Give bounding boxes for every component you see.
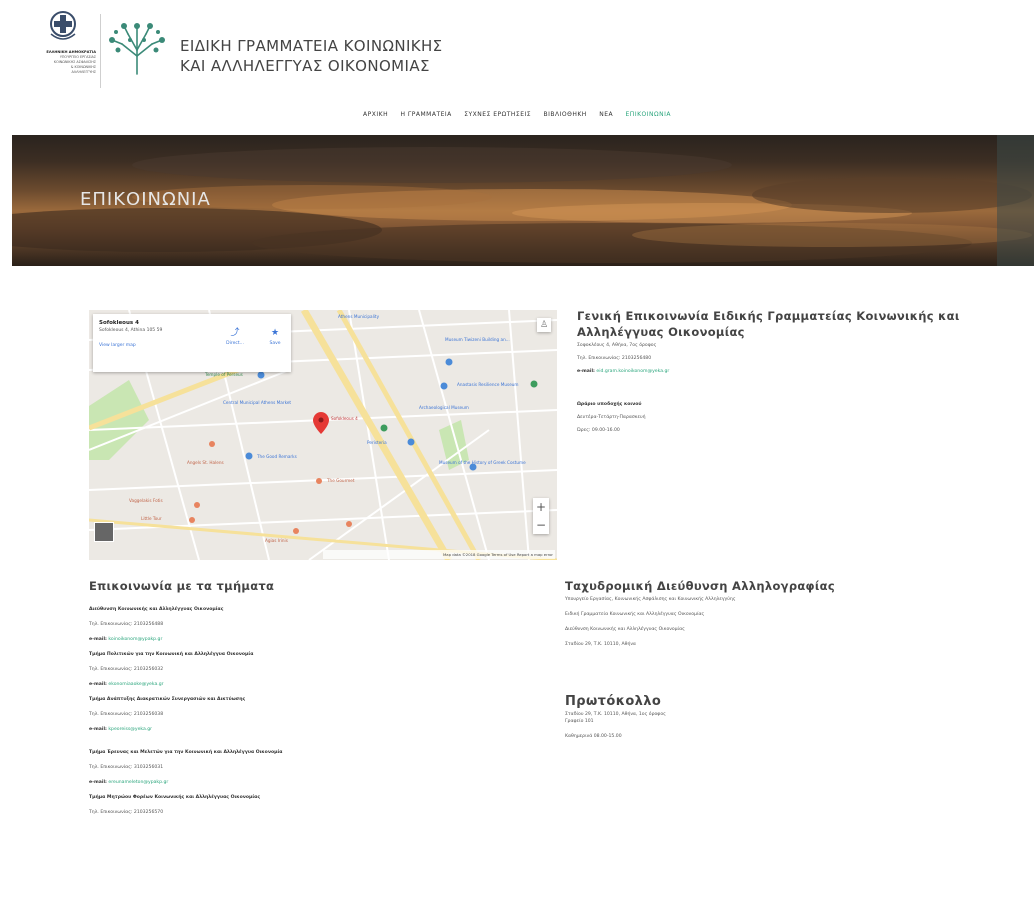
map-thumbnail[interactable] (94, 522, 114, 542)
greek-emblem-icon (50, 11, 76, 40)
pegman-icon[interactable]: ♙ (537, 318, 551, 332)
department-name: Τμήμα Ανάπτυξης Διακρατικών Συνεργασιών … (89, 697, 246, 702)
email-label: e-mail: (89, 727, 107, 732)
postal-line: Υπουργείο Εργασίας, Κοινωνικής Ασφάλισης… (565, 597, 736, 602)
place-title: Sofokleous 4 (99, 320, 139, 326)
department-phone: Τηλ. Επικοινωνίας: 2103256032 (89, 667, 164, 672)
general-address: Σοφοκλέους 4, Αθήνα, 7ος όροφος (577, 343, 657, 348)
protocol-heading: Πρωτόκολλο (565, 694, 662, 709)
department-phone: Τηλ. Επικοινωνίας: 2103256488 (89, 622, 164, 627)
map-poi-label[interactable]: The Gourmet (327, 478, 355, 483)
general-heading: Γενική Επικοινωνία Ειδικής Γραμματείας Κ… (577, 309, 960, 339)
view-larger-map-link[interactable]: View larger map (99, 343, 285, 348)
email-label: e-mail: (577, 369, 595, 374)
directions-icon: ⤴ (230, 328, 240, 338)
general-contact: Γενική Επικοινωνία Ειδικής Γραμματείας Κ… (577, 308, 977, 434)
postal-line: Ειδική Γραμματεία Κοινωνικής και Αλληλέγ… (565, 612, 705, 617)
protocol-line: Σταδίου 29, Τ.Κ. 10110, Αθήνα, 1ος όροφο… (565, 712, 666, 717)
map-info-card: Sofokleous 4 Sofokleous 4, Athina 105 59… (93, 314, 291, 372)
save-label: Save (269, 341, 281, 346)
map-poi-label[interactable]: Central Municipal Athens Market (223, 400, 291, 405)
directions-label: Direct... (226, 341, 244, 346)
email-label: e-mail: (89, 780, 107, 785)
department-email-link[interactable]: ereunameleton@ypakp.gr (108, 780, 168, 785)
save-button[interactable]: ★ Save (261, 320, 289, 346)
brand-title[interactable]: ΕΙΔΙΚΗ ΓΡΑΜΜΑΤΕΙΑ ΚΟΙΝΩΝΙΚΗΣ ΚΑΙ ΑΛΛΗΛΕΓ… (180, 36, 443, 76)
marker-label[interactable]: Sofokleous 4 (331, 416, 358, 421)
departments-section: Επικοινωνία με τα τμήματα Διεύθυνση Κοιν… (89, 578, 509, 816)
zoom-in-button[interactable]: + (533, 498, 549, 516)
postal-section: Ταχυδρομική Διεύθυνση Αλληλογραφίας Υπου… (565, 578, 985, 648)
directions-button[interactable]: ⤴ Direct... (221, 320, 249, 346)
map-poi-label[interactable]: Agias Irinis (265, 538, 288, 543)
zoom-out-button[interactable]: − (533, 516, 549, 534)
nav-item-contact[interactable]: ΕΠΙΚΟΙΝΩΝΙΑ (626, 108, 671, 122)
star-icon: ★ (270, 328, 280, 338)
header-divider (100, 14, 101, 88)
protocol-line: Γραφείο 101 (565, 719, 594, 724)
protocol-section: Πρωτόκολλο Σταδίου 29, Τ.Κ. 10110, Αθήνα… (565, 694, 985, 740)
department-phone: Τηλ. Επικοινωνίας: 3103256031 (89, 765, 164, 770)
map-poi-label[interactable]: Archaeological Museum (419, 405, 469, 410)
ministry-line: ΑΛΛΗΛΕΓΓΥΗΣ (71, 70, 96, 74)
department-email-link[interactable]: kpeoreiss@yeka.gr (108, 727, 152, 732)
email-label: e-mail: (89, 637, 107, 642)
nav-item-faq[interactable]: ΣΥΧΝΕΣ ΕΡΩΤΗΣΕΙΣ (464, 108, 531, 122)
protocol-line: Καθημερινά 08.00-15.00 (565, 734, 622, 739)
map-poi-label[interactable]: Temple of Perseus (205, 372, 243, 377)
map-poi-label[interactable]: Museum of the History of Greek Costume (439, 460, 526, 465)
department-name: Διεύθυνση Κοινωνικής και Αλληλέγγυας Οικ… (89, 607, 224, 612)
map-poi-label[interactable]: Anastasis Resilience Museum (457, 382, 519, 387)
hours-title: Ωράριο υποδοχής κοινού (577, 402, 642, 407)
map-poi-label[interactable]: Museum Tiwizeni Building an... (445, 337, 510, 342)
site-header: ΕΛΛΗΝΙΚΗ ΔΗΜΟΚΡΑΤΙΑ ΥΠΟΥΡΓΕΙΟ ΕΡΓΑΣΙΑΣ Κ… (0, 0, 1034, 100)
page-title: ΕΠΙΚΟΙΝΩΝΙΑ (80, 189, 211, 210)
department-name: Τμήμα Μητρώου Φορέων Κοινωνικής και Αλλη… (89, 795, 261, 800)
department-email-link[interactable]: ekonomiaaoke@yeka.gr (108, 682, 163, 687)
postal-line: Διεύθυνση Κοινωνικής και Αλληλέγγυας Οικ… (565, 627, 685, 632)
brand-line: ΕΙΔΙΚΗ ΓΡΑΜΜΑΤΕΙΑ ΚΟΙΝΩΝΙΚΗΣ (180, 37, 443, 55)
department-phone: Τηλ. Επικοινωνίας: 2103256038 (89, 712, 164, 717)
main-nav: ΑΡΧΙΚΗ Η ΓΡΑΜΜΑΤΕΙΑ ΣΥΧΝΕΣ ΕΡΩΤΗΣΕΙΣ ΒΙΒ… (0, 108, 1034, 122)
department-email-link[interactable]: koinoikonom@ypakp.gr (108, 637, 162, 642)
google-map[interactable]: Sofokleous 4 Museum Tiwizeni Building an… (89, 310, 557, 560)
map-poi-label[interactable]: The Good Remarks (257, 454, 297, 459)
postal-heading: Ταχυδρομική Διεύθυνση Αλληλογραφίας (565, 579, 835, 593)
nav-item-news[interactable]: ΝΕΑ (599, 108, 613, 122)
map-poi-label[interactable]: Vaggelakis Fotis (129, 498, 163, 503)
email-label: e-mail: (89, 682, 107, 687)
department-phone: Τηλ. Επικοινωνίας: 2103256570 (89, 810, 164, 815)
map-poi-label[interactable]: Athens Municipality (338, 314, 379, 319)
hours-days: Δευτέρα-Τετάρτη-Παρασκευή (577, 415, 646, 420)
map-poi-label[interactable]: Angels St. Halens (187, 460, 224, 465)
postal-line: Σταδίου 29, Τ.Κ. 10110, Αθήνα (565, 642, 636, 647)
general-email-link[interactable]: eid.gram.koinoikonom@yeka.gr (596, 369, 669, 374)
map-poi-label[interactable]: Little Tour (141, 516, 162, 521)
department-name: Τμήμα Πολιτικών για την Κοινωνική και Αλ… (89, 652, 254, 657)
nav-item-home[interactable]: ΑΡΧΙΚΗ (363, 108, 388, 122)
departments-heading: Επικοινωνία με τα τμήματα (89, 579, 275, 593)
zoom-control: + − (533, 498, 549, 534)
hours-time: Ώρες: 09.00-16.00 (577, 428, 620, 433)
nav-item-secretariat[interactable]: Η ΓΡΑΜΜΑΤΕΙΑ (401, 108, 452, 122)
map-attribution[interactable]: Map data ©2018 Google Terms of Use Repor… (323, 550, 555, 559)
map-poi-label[interactable]: Peristeria (367, 440, 387, 445)
nav-item-library[interactable]: ΒΙΒΛΙΟΘΗΚΗ (544, 108, 587, 122)
general-phone: Τηλ. Επικοινωνίας: 2103256480 (577, 356, 652, 361)
department-name: Τμήμα Έρευνας και Μελετών για την Κοινων… (89, 750, 283, 755)
tree-logo-icon[interactable] (104, 20, 170, 76)
place-address: Sofokleous 4, Athina 105 59 (99, 328, 163, 333)
ministry-text: ΕΛΛΗΝΙΚΗ ΔΗΜΟΚΡΑΤΙΑ ΥΠΟΥΡΓΕΙΟ ΕΡΓΑΣΙΑΣ Κ… (18, 50, 96, 75)
brand-line: ΚΑΙ ΑΛΛΗΛΕΓΓΥΑΣ ΟΙΚΟΝΟΜΙΑΣ (180, 57, 430, 75)
ministry-logo[interactable]: ΕΛΛΗΝΙΚΗ ΔΗΜΟΚΡΑΤΙΑ ΥΠΟΥΡΓΕΙΟ ΕΡΓΑΣΙΑΣ Κ… (18, 10, 96, 92)
page-banner: ΕΠΙΚΟΙΝΩΝΙΑ (12, 135, 1034, 266)
